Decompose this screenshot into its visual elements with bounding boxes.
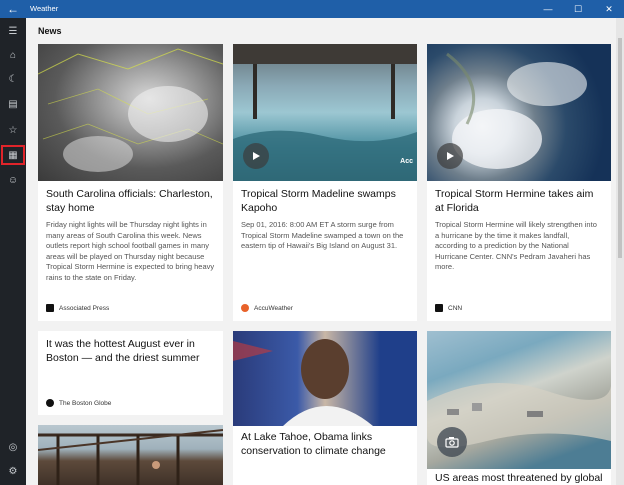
article-image — [38, 425, 223, 485]
article-summary: Friday night lights will be Thursday nig… — [46, 220, 215, 282]
moon-icon[interactable]: ☾ — [0, 68, 26, 90]
play-button[interactable] — [437, 143, 463, 169]
radar-map-graphic — [38, 48, 223, 172]
news-page: News South Carolina officials: Charlesto… — [26, 18, 616, 485]
article-headline: At Lake Tahoe, Obama links conservation … — [241, 431, 386, 457]
article-image — [233, 331, 417, 426]
source-name: The Boston Globe — [59, 399, 112, 407]
play-icon — [253, 152, 260, 160]
article-image: Acc — [233, 44, 417, 181]
window-title: Weather — [30, 4, 59, 13]
news-icon[interactable]: ▦ — [0, 144, 26, 166]
article-source: AccuWeather — [241, 304, 293, 312]
article-source: Associated Press — [46, 304, 109, 312]
page-title: News — [38, 26, 62, 36]
obama-photo-graphic — [233, 339, 373, 426]
article-image — [427, 44, 611, 181]
minimize-button[interactable]: — — [533, 0, 563, 18]
home-icon[interactable]: ⌂ — [0, 44, 26, 66]
news-card[interactable]: Acc Tropical Storm Madeline swamps Kapoh… — [233, 44, 417, 321]
article-summary: Sep 01, 2016: 8:00 AM ET A storm surge f… — [241, 220, 404, 250]
scrollbar-thumb[interactable] — [618, 38, 622, 258]
article-headline: Tropical Storm Hermine takes aim at Flor… — [435, 188, 594, 214]
camera-icon — [445, 437, 459, 448]
article-source: CNN — [435, 304, 462, 312]
news-card[interactable]: Tropical Storm Hermine takes aim at Flor… — [427, 44, 611, 321]
play-button[interactable] — [243, 143, 269, 169]
article-source: The Boston Globe — [46, 399, 111, 407]
gear-icon[interactable]: ⚙ — [0, 460, 26, 482]
play-icon — [447, 152, 454, 160]
article-image — [427, 331, 611, 469]
news-card[interactable]: South Carolina officials: Charleston, st… — [38, 44, 223, 321]
article-image — [38, 44, 223, 181]
nav-sidebar: ☰ ⌂ ☾ ▤ ☆ ▦ ☺ ◎ ⚙ — [0, 18, 26, 485]
close-button[interactable]: ✕ — [594, 0, 624, 18]
article-headline: US areas most threatened by global — [435, 472, 603, 484]
title-bar: ← Weather — ☐ ✕ — [0, 0, 624, 18]
scrollbar[interactable] — [616, 18, 624, 485]
pier-photo-graphic — [38, 429, 223, 485]
source-name: Associated Press — [59, 304, 110, 312]
accuweather-logo-icon — [241, 304, 249, 312]
news-card[interactable]: US areas most threatened by global — [427, 331, 611, 485]
gallery-button[interactable] — [437, 427, 467, 457]
back-button[interactable]: ← — [4, 1, 22, 17]
article-headline: South Carolina officials: Charleston, st… — [46, 188, 213, 214]
article-summary: Tropical Storm Hermine will likely stren… — [435, 220, 597, 271]
article-headline: It was the hottest August ever in Boston… — [46, 338, 200, 364]
star-list-icon[interactable]: ☆ — [0, 119, 26, 141]
maximize-button[interactable]: ☐ — [563, 0, 593, 18]
video-watermark: Acc — [400, 158, 413, 165]
news-card[interactable] — [38, 425, 223, 485]
smiley-icon[interactable]: ☺ — [0, 169, 26, 191]
news-card[interactable]: At Lake Tahoe, Obama links conservation … — [233, 331, 417, 485]
source-name: CNN — [448, 304, 463, 312]
source-name: AccuWeather — [254, 304, 293, 312]
chart-icon[interactable]: ▤ — [0, 93, 26, 115]
news-card[interactable]: It was the hottest August ever in Boston… — [38, 331, 223, 415]
ap-logo-icon — [46, 304, 54, 312]
account-icon[interactable]: ◎ — [0, 436, 26, 458]
back-arrow-icon: ← — [7, 2, 19, 16]
boston-globe-logo-icon — [46, 399, 54, 407]
hamburger-icon[interactable]: ☰ — [0, 20, 26, 42]
cnn-logo-icon — [435, 304, 443, 312]
article-headline: Tropical Storm Madeline swamps Kapoho — [241, 188, 396, 214]
